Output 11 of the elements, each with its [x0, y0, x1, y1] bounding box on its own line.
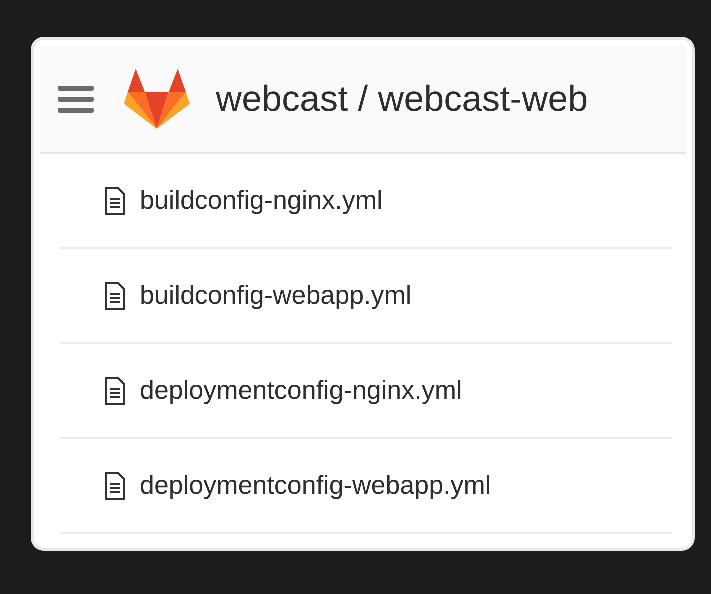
- file-icon: [104, 186, 126, 214]
- file-link[interactable]: deploymentconfig-nginx.yml: [140, 371, 462, 410]
- file-icon: [104, 282, 126, 310]
- file-icon: [104, 376, 126, 404]
- file-link[interactable]: buildconfig-webapp.yml: [140, 276, 412, 315]
- menu-icon[interactable]: [58, 84, 94, 114]
- fox-logo-icon[interactable]: [124, 69, 190, 129]
- file-icon: [104, 472, 126, 500]
- file-link[interactable]: deploymentconfig-webapp.yml: [140, 466, 492, 505]
- project-title[interactable]: webcast / webcast-web: [216, 72, 588, 126]
- file-link[interactable]: buildconfig-nginx.yml: [140, 181, 383, 220]
